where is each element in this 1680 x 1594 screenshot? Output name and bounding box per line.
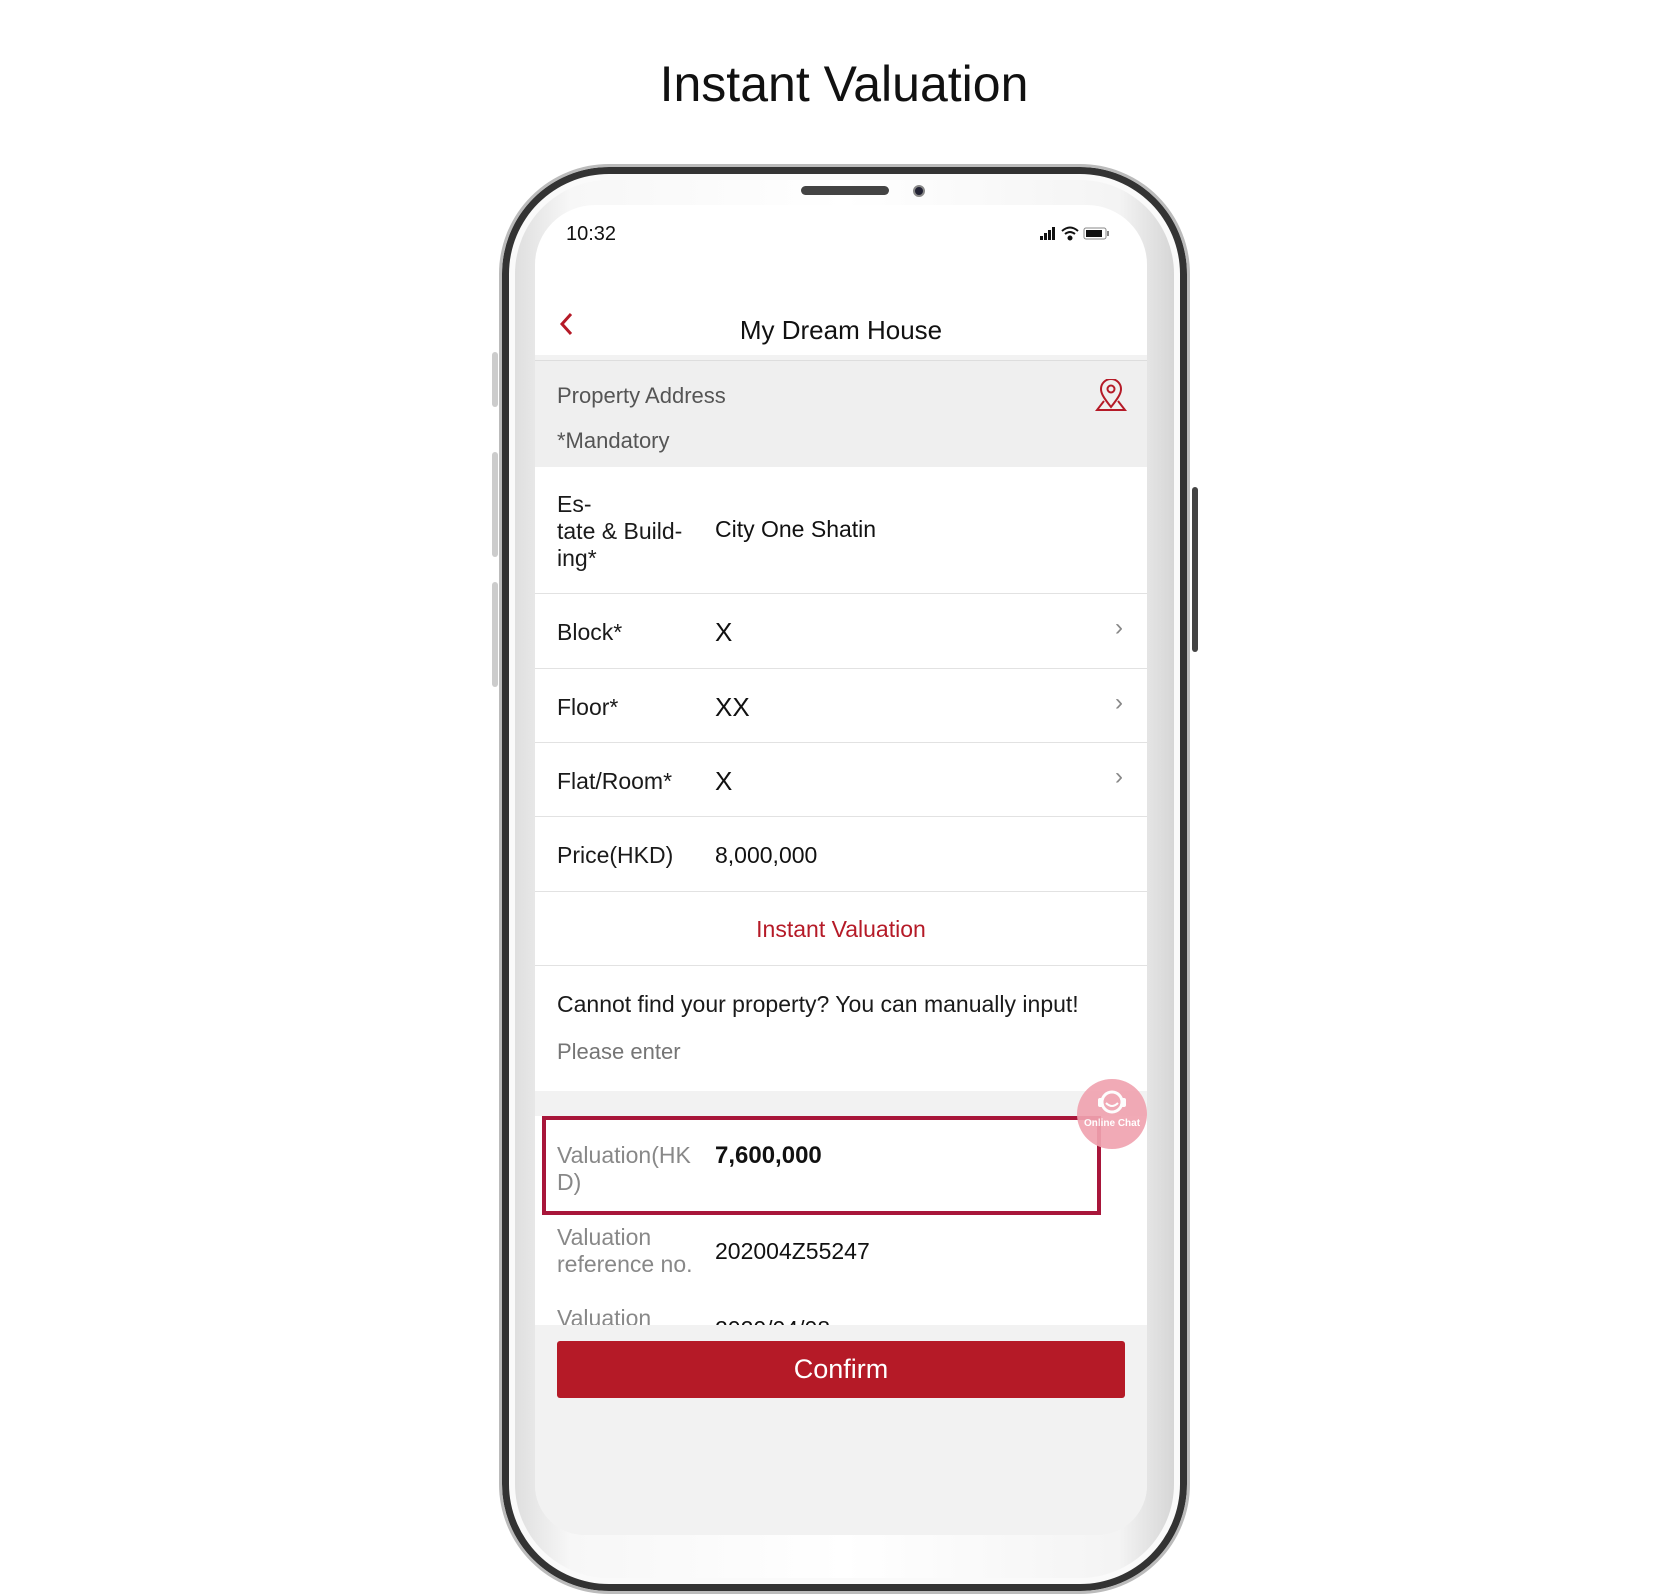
instant-valuation-button[interactable]: Instant Valuation xyxy=(535,892,1147,966)
volume-up-button xyxy=(492,452,498,557)
valuation-label: Valuation(HKD) xyxy=(557,1142,691,1195)
manual-input-section: Cannot find your property? You can manua… xyxy=(535,966,1147,1091)
camera xyxy=(913,185,925,197)
wifi-icon xyxy=(1061,226,1079,241)
page-title: Instant Valuation xyxy=(659,56,1029,112)
footer: Confirm xyxy=(535,1325,1147,1535)
screen: 10:32 My Dream House Property Address *M… xyxy=(535,205,1147,1535)
field-floor[interactable]: Floor* XX › xyxy=(535,669,1147,743)
field-block[interactable]: Block* X › xyxy=(535,594,1147,669)
valuation-value: 7,600,000 xyxy=(715,1142,822,1169)
headset-icon xyxy=(1098,1090,1126,1114)
field-flat-room[interactable]: Flat/Room* X › xyxy=(535,743,1147,817)
status-time: 10:32 xyxy=(566,223,617,245)
field-label: Es- tate & Build- ing* xyxy=(557,491,683,571)
volume-down-button xyxy=(492,582,498,687)
reference-value: 202004Z55247 xyxy=(715,1238,870,1264)
field-value: X xyxy=(715,766,733,796)
mandatory-note: *Mandatory xyxy=(557,428,670,453)
instant-valuation-label: Instant Valuation xyxy=(756,916,926,942)
field-estate[interactable]: Es- tate & Build- ing* City One Shatin xyxy=(535,467,1147,594)
online-chat-label: Online Chat xyxy=(1083,1118,1141,1129)
field-value: X xyxy=(715,617,733,647)
manual-input-field[interactable] xyxy=(557,1034,1117,1070)
speaker xyxy=(801,186,889,195)
manual-input-prompt: Cannot find your property? You can manua… xyxy=(557,991,1079,1017)
status-icons xyxy=(1040,226,1109,241)
valuation-result: Valuation(HKD) 7,600,000 Valuation refer… xyxy=(535,1116,1147,1342)
map-pin-icon[interactable] xyxy=(1095,379,1127,411)
field-value: City One Shatin xyxy=(715,516,877,542)
reference-label: Valuation reference no. xyxy=(557,1224,693,1277)
nav-title: My Dream House xyxy=(739,315,943,345)
header: 10:32 My Dream House xyxy=(535,205,1147,355)
confirm-button[interactable]: Confirm xyxy=(557,1341,1125,1398)
mute-switch xyxy=(492,352,498,407)
signal-icon xyxy=(1040,227,1055,240)
field-label: Flat/Room* xyxy=(557,768,673,794)
online-chat-button[interactable]: Online Chat xyxy=(1077,1079,1147,1149)
section-header: Property Address *Mandatory xyxy=(535,360,1147,467)
field-label: Floor* xyxy=(557,694,619,720)
section-title: Property Address xyxy=(557,383,726,408)
field-value: 8,000,000 xyxy=(715,842,818,868)
chevron-right-icon: › xyxy=(1115,689,1123,716)
battery-icon xyxy=(1083,227,1109,240)
chevron-right-icon: › xyxy=(1115,614,1123,641)
field-value: XX xyxy=(715,692,750,722)
field-label: Block* xyxy=(557,619,623,645)
chevron-right-icon: › xyxy=(1115,763,1123,790)
field-price[interactable]: Price(HKD) 8,000,000 xyxy=(535,817,1147,892)
power-button xyxy=(1192,487,1198,652)
field-label: Price(HKD) xyxy=(557,842,674,868)
